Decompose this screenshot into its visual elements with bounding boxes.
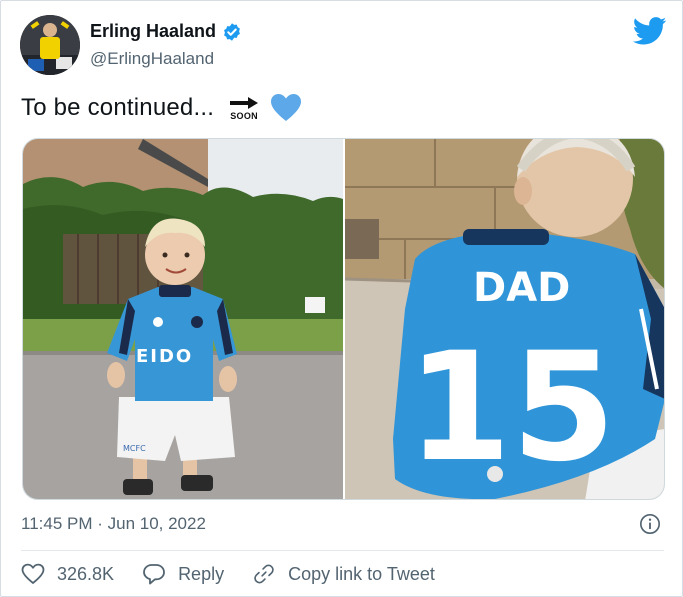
heart-outline-icon <box>21 563 45 584</box>
photo-toddler-back[interactable]: DAD 15 <box>344 139 664 499</box>
tweet-card: Erling Haaland @ErlingHaaland To be cont… <box>0 0 683 597</box>
arrow-right-icon <box>230 96 259 109</box>
soon-label: SOON <box>230 110 258 121</box>
link-icon <box>254 564 274 584</box>
twitter-bird-icon[interactable] <box>633 17 667 45</box>
author-name-row[interactable]: Erling Haaland <box>90 21 242 42</box>
tweet-text: To be continued... <box>21 94 215 121</box>
like-button[interactable]: 326.8K <box>21 563 114 585</box>
reply-bubble-icon <box>143 564 165 585</box>
shirt-number-text: 15 <box>407 321 616 495</box>
reply-label: Reply <box>178 563 225 584</box>
tweet-media[interactable]: MCFC EIDO DAD 15 <box>22 138 665 500</box>
shirt-sponsor-text: EIDO <box>136 346 193 367</box>
author-avatar[interactable] <box>20 15 80 75</box>
divider <box>21 550 664 551</box>
tweet-timestamp[interactable]: 11:45 PM · Jun 10, 2022 <box>21 514 206 534</box>
info-icon[interactable] <box>639 513 661 535</box>
tweet-actions: 326.8K Reply Copy link to Tweet <box>21 563 463 585</box>
reply-button[interactable]: Reply <box>142 563 224 585</box>
shorts-text: MCFC <box>123 444 146 453</box>
tweet-text-row: To be continued... SOON <box>21 93 302 123</box>
copy-link-button[interactable]: Copy link to Tweet <box>252 563 435 585</box>
author-handle[interactable]: @ErlingHaaland <box>90 49 214 69</box>
photo-toddler-front[interactable]: MCFC EIDO <box>23 139 343 499</box>
copy-link-label: Copy link to Tweet <box>288 563 435 584</box>
soon-arrow-emoji: SOON <box>226 96 262 121</box>
blue-heart-emoji <box>271 94 302 121</box>
verified-badge-icon <box>224 22 240 41</box>
author-display-name[interactable]: Erling Haaland <box>90 21 216 42</box>
like-count: 326.8K <box>57 563 115 584</box>
shirt-name-text: DAD <box>473 265 570 311</box>
